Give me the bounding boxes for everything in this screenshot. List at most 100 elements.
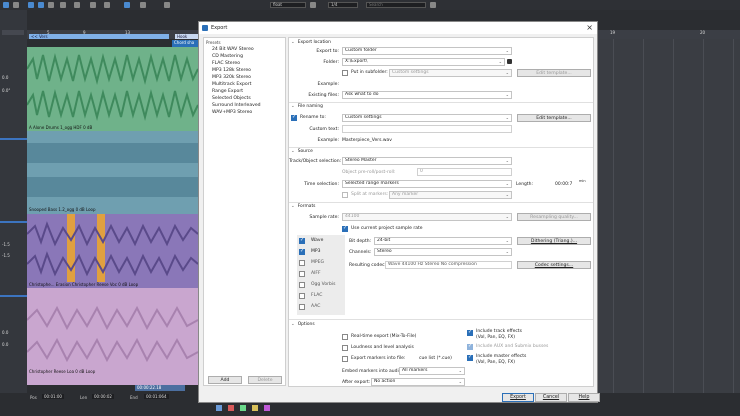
preset-item[interactable]: CD Mastering	[212, 54, 243, 59]
custom-text-input[interactable]	[342, 125, 512, 133]
cut-icon[interactable]	[3, 2, 9, 8]
include-aux-checkbox[interactable]	[467, 343, 473, 350]
format-ogg-checkbox[interactable]	[299, 282, 305, 288]
rename-to-dropdown[interactable]: Custom settings ⌄	[342, 114, 512, 122]
scissors-icon[interactable]	[140, 2, 146, 8]
add-preset-button[interactable]: Add	[208, 376, 242, 384]
format-aiff-checkbox[interactable]	[299, 271, 305, 277]
metronome-icon[interactable]	[252, 405, 258, 411]
section-options[interactable]: ⌄ Options	[291, 322, 315, 327]
section-formats[interactable]: ⌄ Formats	[291, 204, 315, 209]
snap-mode-select[interactable]: float	[270, 2, 306, 8]
export-markers-checkbox[interactable]	[342, 356, 348, 362]
grid-ratio-select[interactable]: 1/4	[328, 2, 358, 8]
range-marker[interactable]: << Vers	[29, 34, 169, 39]
preset-item[interactable]: 24 Bit WAV Stereo	[212, 47, 254, 52]
section-export-location[interactable]: ⌄ Export location	[291, 40, 331, 45]
sample-rate-dropdown[interactable]: 44100 ⌄	[342, 213, 512, 221]
length-unit[interactable]: min	[579, 179, 586, 183]
audio-track-drums[interactable]: A Alone Drums 1_ogg HDF 0 dB	[27, 47, 198, 131]
track-control[interactable]	[2, 30, 24, 35]
audio-track-bass[interactable]: Snooped Bass 1.2_ogg 0 dB Loop	[27, 131, 198, 214]
end-value[interactable]: 00:01:064	[144, 394, 169, 399]
timeline-ruler-right[interactable]: 19 20	[598, 30, 740, 39]
preset-item[interactable]: FLAC Stereo	[212, 61, 240, 66]
selection-dropdown[interactable]: Stereo Master ⌄	[342, 157, 512, 165]
export-to-dropdown[interactable]: Custom folder ⌄	[342, 47, 512, 55]
preset-item[interactable]: Multitrack Export	[212, 82, 251, 87]
search-icon[interactable]	[430, 2, 436, 8]
search-input[interactable]: Search	[366, 2, 426, 8]
mouse-mode-icon[interactable]	[28, 2, 34, 8]
codec-settings-button[interactable]: Codec settings...	[517, 261, 591, 269]
folder-icon[interactable]	[507, 59, 512, 64]
after-export-dropdown[interactable]: No action ⌄	[371, 378, 465, 386]
time-selection-dropdown[interactable]: Selected range markers ⌄	[342, 180, 512, 188]
hook-marker[interactable]: Hook	[175, 34, 198, 39]
include-master-effects-checkbox[interactable]	[467, 354, 473, 361]
export-markers-value[interactable]: cue list (*.cue)	[419, 356, 452, 361]
snap-icon[interactable]	[48, 2, 54, 8]
timeline-ruler[interactable]: 5 9 13 << Vers Hook	[27, 30, 198, 39]
loudness-checkbox[interactable]	[342, 345, 348, 351]
delete-preset-button[interactable]: Delete	[248, 376, 282, 384]
section-file-naming[interactable]: ⌄ File naming	[291, 104, 323, 109]
channels-dropdown[interactable]: Stereo ⌄	[374, 248, 512, 256]
realtime-export-checkbox[interactable]	[342, 334, 348, 340]
loop-toggle-icon[interactable]	[240, 405, 246, 411]
bit-depth-dropdown[interactable]: 24-bit ⌄	[374, 237, 512, 245]
sync-icon[interactable]	[264, 405, 270, 411]
section-source[interactable]: ⌄ Source	[291, 149, 313, 154]
split-at-markers-checkbox[interactable]	[342, 192, 348, 198]
draw-icon[interactable]	[90, 2, 96, 8]
dithering-button[interactable]: Dithering (Triang.)...	[517, 237, 591, 245]
cancel-button[interactable]: Cancel	[535, 393, 567, 402]
edit-subfolder-template-button[interactable]: Edit template...	[517, 69, 591, 77]
edit-naming-template-button[interactable]: Edit template...	[517, 114, 591, 122]
loop-icon[interactable]	[104, 2, 110, 8]
zoom-icon[interactable]	[74, 2, 80, 8]
preset-item[interactable]: MP3 128k Stereo	[212, 68, 251, 73]
preset-item[interactable]: Surround Interleaved	[212, 103, 261, 108]
marker-icon[interactable]	[164, 2, 170, 8]
help-button[interactable]: Help	[568, 393, 600, 402]
split-at-markers-dropdown[interactable]: Any marker ⌄	[389, 191, 512, 199]
subfolder-dropdown[interactable]: Custom settings ⌄	[389, 69, 512, 77]
chevron-down-icon: ⌄	[505, 48, 509, 53]
format-aac-checkbox[interactable]	[299, 304, 305, 310]
put-in-subfolder-checkbox[interactable]	[342, 70, 348, 76]
link-icon[interactable]	[124, 2, 130, 8]
copy-icon[interactable]	[13, 2, 19, 8]
play-icon[interactable]	[216, 405, 222, 411]
audio-track-vocals[interactable]: Christophe... Erasion Christopher Reese …	[27, 214, 198, 288]
pre-roll-input[interactable]: 0	[417, 168, 512, 176]
include-track-effects-checkbox[interactable]	[467, 329, 473, 336]
resampling-quality-button[interactable]: Resampling quality...	[517, 213, 591, 221]
audio-track-loop[interactable]: Christopher Reese Loa 0 dB Loop	[27, 288, 198, 385]
embed-markers-dropdown[interactable]: All markers ⌄	[399, 367, 465, 375]
arrange-area-right[interactable]	[598, 39, 740, 393]
preset-item[interactable]: Range Export	[212, 89, 243, 94]
use-project-rate-checkbox[interactable]	[342, 225, 348, 232]
quantize-icon[interactable]	[310, 2, 316, 8]
chord-track-label[interactable]: Chord sha	[172, 40, 198, 47]
format-flac-checkbox[interactable]	[299, 293, 305, 299]
existing-files-dropdown[interactable]: Ask what to do ⌄	[342, 91, 512, 99]
close-icon[interactable]: ×	[586, 23, 593, 32]
left-value-2: -1.5	[2, 242, 10, 247]
preset-item[interactable]: Selected Objects	[212, 96, 251, 101]
rename-to-checkbox[interactable]	[291, 114, 297, 121]
range-mode-icon[interactable]	[38, 2, 44, 8]
format-wave-checkbox[interactable]	[299, 237, 305, 244]
folder-input[interactable]: X:\Export\ ⌄	[342, 58, 505, 66]
length-value[interactable]: 00:00:7	[555, 182, 572, 187]
export-button[interactable]: Export	[502, 393, 534, 402]
pos-value[interactable]: 00:01:00	[42, 394, 64, 399]
record-icon[interactable]	[228, 405, 234, 411]
format-mp3-checkbox[interactable]	[299, 248, 305, 255]
preset-item[interactable]: WAV+MP3 Stereo	[212, 110, 252, 115]
format-mpeg-checkbox[interactable]	[299, 260, 305, 266]
grid-icon[interactable]	[60, 2, 66, 8]
preset-item[interactable]: MP3 320k Stereo	[212, 75, 251, 80]
len-value[interactable]: 00:00:02	[92, 394, 114, 399]
